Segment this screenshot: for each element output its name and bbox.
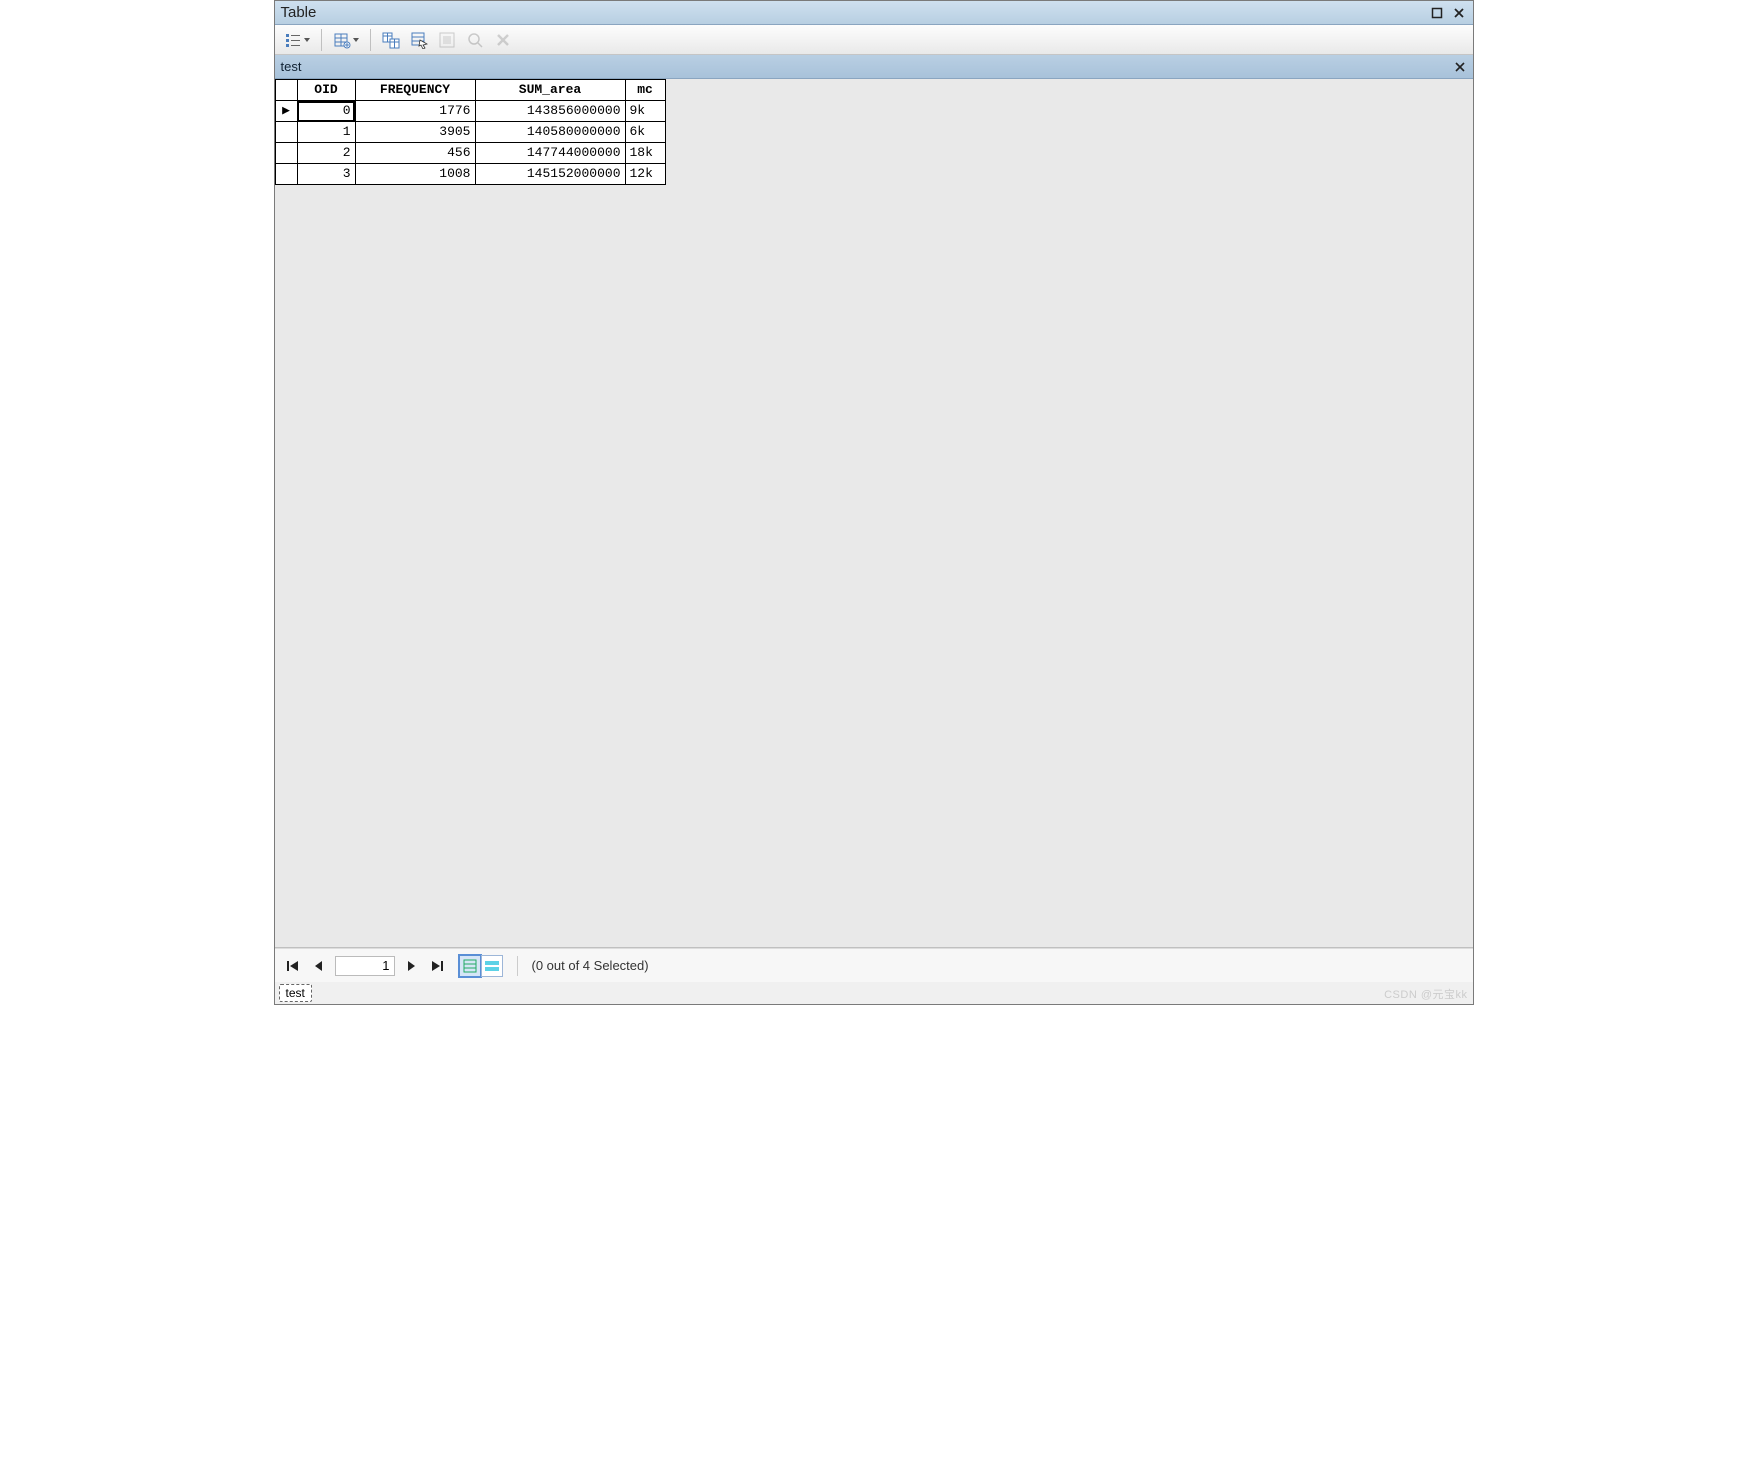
cell-sum-area[interactable]: 145152000000 (475, 164, 625, 185)
row-selector[interactable]: ▶ (275, 101, 297, 122)
last-record-button[interactable] (427, 956, 447, 976)
switch-selection-button[interactable] (435, 28, 459, 52)
cell-frequency[interactable]: 1776 (355, 101, 475, 122)
table-row[interactable]: ▶017761438560000009k (275, 101, 665, 122)
column-header-oid[interactable]: OID (297, 80, 355, 101)
zoom-selected-button[interactable] (463, 28, 487, 52)
show-all-records-button[interactable] (459, 955, 481, 977)
titlebar-controls (1429, 5, 1467, 21)
cell-mc[interactable]: 12k (625, 164, 665, 185)
pager-bar: (0 out of 4 Selected) (275, 948, 1473, 982)
cell-mc[interactable]: 6k (625, 122, 665, 143)
maximize-icon (1431, 7, 1443, 19)
show-selected-icon (484, 960, 500, 972)
view-toggle (459, 955, 503, 977)
header-row: OID FREQUENCY SUM_area mc (275, 80, 665, 101)
cell-frequency[interactable]: 456 (355, 143, 475, 164)
last-icon (430, 959, 444, 973)
show-selected-records-button[interactable] (481, 955, 503, 977)
chevron-down-icon (353, 38, 359, 42)
previous-icon (313, 960, 325, 972)
next-record-button[interactable] (401, 956, 421, 976)
toolbar-separator (321, 29, 322, 51)
table-window: Table (274, 0, 1474, 1005)
cell-sum-area[interactable]: 143856000000 (475, 101, 625, 122)
select-by-attributes-icon (410, 31, 428, 49)
first-icon (286, 959, 300, 973)
toolbar (275, 25, 1473, 55)
cell-oid[interactable]: 3 (297, 164, 355, 185)
next-icon (405, 960, 417, 972)
cell-sum-area[interactable]: 140580000000 (475, 122, 625, 143)
table-viewport[interactable]: OID FREQUENCY SUM_area mc ▶0177614385600… (275, 79, 1473, 948)
select-by-attributes-button[interactable] (407, 28, 431, 52)
cell-frequency[interactable]: 3905 (355, 122, 475, 143)
switch-selection-icon (438, 31, 456, 49)
record-number-input[interactable] (335, 956, 395, 976)
cell-mc[interactable]: 9k (625, 101, 665, 122)
tab-test[interactable]: test (279, 984, 312, 1002)
cell-frequency[interactable]: 1008 (355, 164, 475, 185)
clear-selection-button[interactable] (491, 28, 515, 52)
subheader-title: test (281, 59, 302, 74)
list-by-source-button[interactable] (281, 28, 313, 52)
close-button[interactable] (1451, 5, 1467, 21)
row-selector-header[interactable] (275, 80, 297, 101)
cell-oid[interactable]: 0 (297, 101, 355, 122)
window-title: Table (281, 4, 317, 21)
separator (517, 956, 518, 976)
tabs-row: test (275, 982, 1473, 1004)
table-options-button[interactable] (330, 28, 362, 52)
cell-sum-area[interactable]: 147744000000 (475, 143, 625, 164)
row-selector[interactable] (275, 164, 297, 185)
related-tables-button[interactable] (379, 28, 403, 52)
table-subheader: test (275, 55, 1473, 79)
first-record-button[interactable] (283, 956, 303, 976)
tab-label: test (286, 986, 305, 1000)
toolbar-separator (370, 29, 371, 51)
maximize-button[interactable] (1429, 5, 1445, 21)
column-header-mc[interactable]: mc (625, 80, 665, 101)
close-icon (1453, 7, 1465, 19)
titlebar: Table (275, 1, 1473, 25)
table-row[interactable]: 139051405800000006k (275, 122, 665, 143)
cell-oid[interactable]: 1 (297, 122, 355, 143)
row-selector[interactable] (275, 143, 297, 164)
zoom-selected-icon (466, 31, 484, 49)
column-header-sum-area[interactable]: SUM_area (475, 80, 625, 101)
table-options-icon (333, 31, 351, 49)
subheader-close-button[interactable] (1453, 60, 1467, 74)
table-row[interactable]: 3100814515200000012k (275, 164, 665, 185)
cell-mc[interactable]: 18k (625, 143, 665, 164)
column-header-frequency[interactable]: FREQUENCY (355, 80, 475, 101)
show-all-icon (462, 958, 478, 974)
chevron-down-icon (304, 38, 310, 42)
table-row[interactable]: 245614774400000018k (275, 143, 665, 164)
clear-selection-icon (495, 32, 511, 48)
cell-oid[interactable]: 2 (297, 143, 355, 164)
row-selector[interactable] (275, 122, 297, 143)
close-icon (1455, 62, 1465, 72)
related-tables-icon (382, 31, 400, 49)
list-icon (284, 31, 302, 49)
previous-record-button[interactable] (309, 956, 329, 976)
data-grid[interactable]: OID FREQUENCY SUM_area mc ▶0177614385600… (275, 79, 666, 185)
selection-count-text: (0 out of 4 Selected) (532, 958, 649, 973)
